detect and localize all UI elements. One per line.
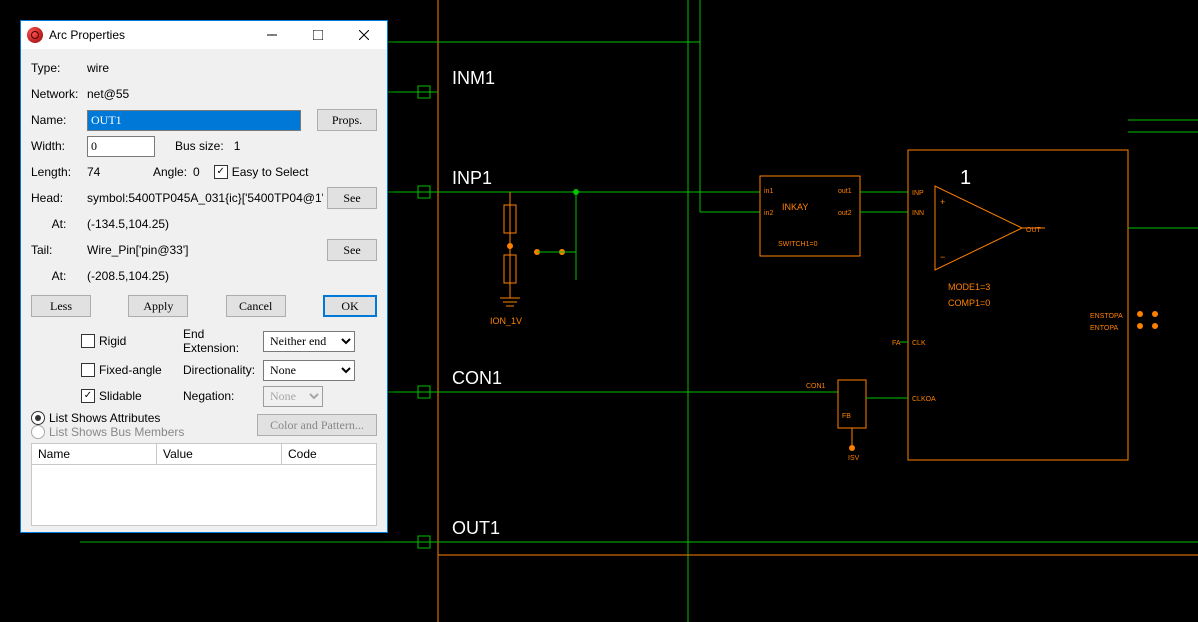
svg-text:FB: FB [842, 413, 851, 420]
color-pattern-button: Color and Pattern... [257, 414, 377, 436]
list-bus-radio: List Shows Bus Members [31, 425, 257, 439]
svg-text:+: + [940, 197, 945, 207]
mode-label: MODE1=3 [948, 282, 990, 292]
net-label-inp1: INP1 [452, 168, 492, 188]
svg-text:ENTOPA: ENTOPA [1090, 325, 1118, 332]
rigid-checkbox[interactable]: Rigid [81, 334, 183, 348]
list-attributes-radio[interactable]: List Shows Attributes [31, 411, 257, 425]
switch-label: SWITCH1=0 [778, 241, 818, 248]
svg-text:out2: out2 [838, 210, 852, 217]
props-button[interactable]: Props. [317, 109, 377, 131]
less-button[interactable]: Less [31, 295, 91, 317]
attribute-table-body[interactable] [31, 465, 377, 526]
svg-text:INP: INP [912, 190, 924, 197]
tail-value: Wire_Pin['pin@33'] [87, 243, 323, 257]
end-extension-select[interactable]: Neither end [263, 331, 355, 352]
svg-text:−: − [940, 252, 945, 262]
network-value: net@55 [87, 87, 129, 101]
net-label-con1: CON1 [452, 368, 502, 388]
inkay-label: INKAY [782, 202, 808, 212]
head-at-value: (-134.5,104.25) [87, 217, 169, 231]
see-head-button[interactable]: See [327, 187, 377, 209]
arc-properties-dialog: Arc Properties Type:wire Network:net@55 … [20, 20, 388, 533]
net-label-inm1: INM1 [452, 68, 495, 88]
dialog-title: Arc Properties [49, 28, 249, 42]
svg-text:ENSTOPA: ENSTOPA [1090, 313, 1123, 320]
comp-label: COMP1=0 [948, 298, 990, 308]
ion-label: ION_1V [490, 316, 522, 326]
opamp-triangle [935, 186, 1022, 270]
ok-button[interactable]: OK [323, 295, 377, 317]
see-tail-button[interactable]: See [327, 239, 377, 261]
directionality-select[interactable]: None [263, 360, 355, 381]
titlebar[interactable]: Arc Properties [21, 21, 387, 49]
attribute-table-header[interactable]: Name Value Code [31, 443, 377, 465]
bussize-value: 1 [234, 139, 241, 153]
negation-select: None [263, 386, 323, 407]
fixed-angle-checkbox[interactable]: Fixed-angle [81, 363, 183, 377]
cancel-button[interactable]: Cancel [226, 295, 286, 317]
easy-to-select-checkbox[interactable]: ✓Easy to Select [214, 165, 309, 179]
width-input[interactable] [87, 136, 155, 157]
type-value: wire [87, 61, 109, 75]
opamp-title: 1 [960, 167, 971, 189]
svg-text:INN: INN [912, 210, 924, 217]
svg-text:ISV: ISV [848, 455, 860, 462]
app-icon [27, 27, 43, 43]
head-value: symbol:5400TP045A_031{ic}['5400TP04@1'] [87, 191, 323, 205]
name-input[interactable] [87, 110, 301, 131]
svg-text:FA: FA [892, 340, 901, 347]
tail-at-value: (-208.5,104.25) [87, 269, 169, 283]
svg-text:out1: out1 [838, 188, 852, 195]
svg-text:in2: in2 [764, 210, 773, 217]
svg-text:in1: in1 [764, 188, 773, 195]
minimize-button[interactable] [249, 21, 295, 49]
slidable-checkbox[interactable]: ✓Slidable [81, 389, 183, 403]
con1-component [838, 380, 866, 428]
apply-button[interactable]: Apply [128, 295, 188, 317]
svg-text:CLKOA: CLKOA [912, 396, 936, 403]
length-value: 74 [87, 165, 147, 179]
angle-value: 0 [193, 165, 200, 179]
net-label-out1: OUT1 [452, 518, 500, 538]
svg-text:CLK: CLK [912, 340, 926, 347]
maximize-button[interactable] [295, 21, 341, 49]
close-button[interactable] [341, 21, 387, 49]
svg-text:CON1: CON1 [806, 383, 826, 390]
